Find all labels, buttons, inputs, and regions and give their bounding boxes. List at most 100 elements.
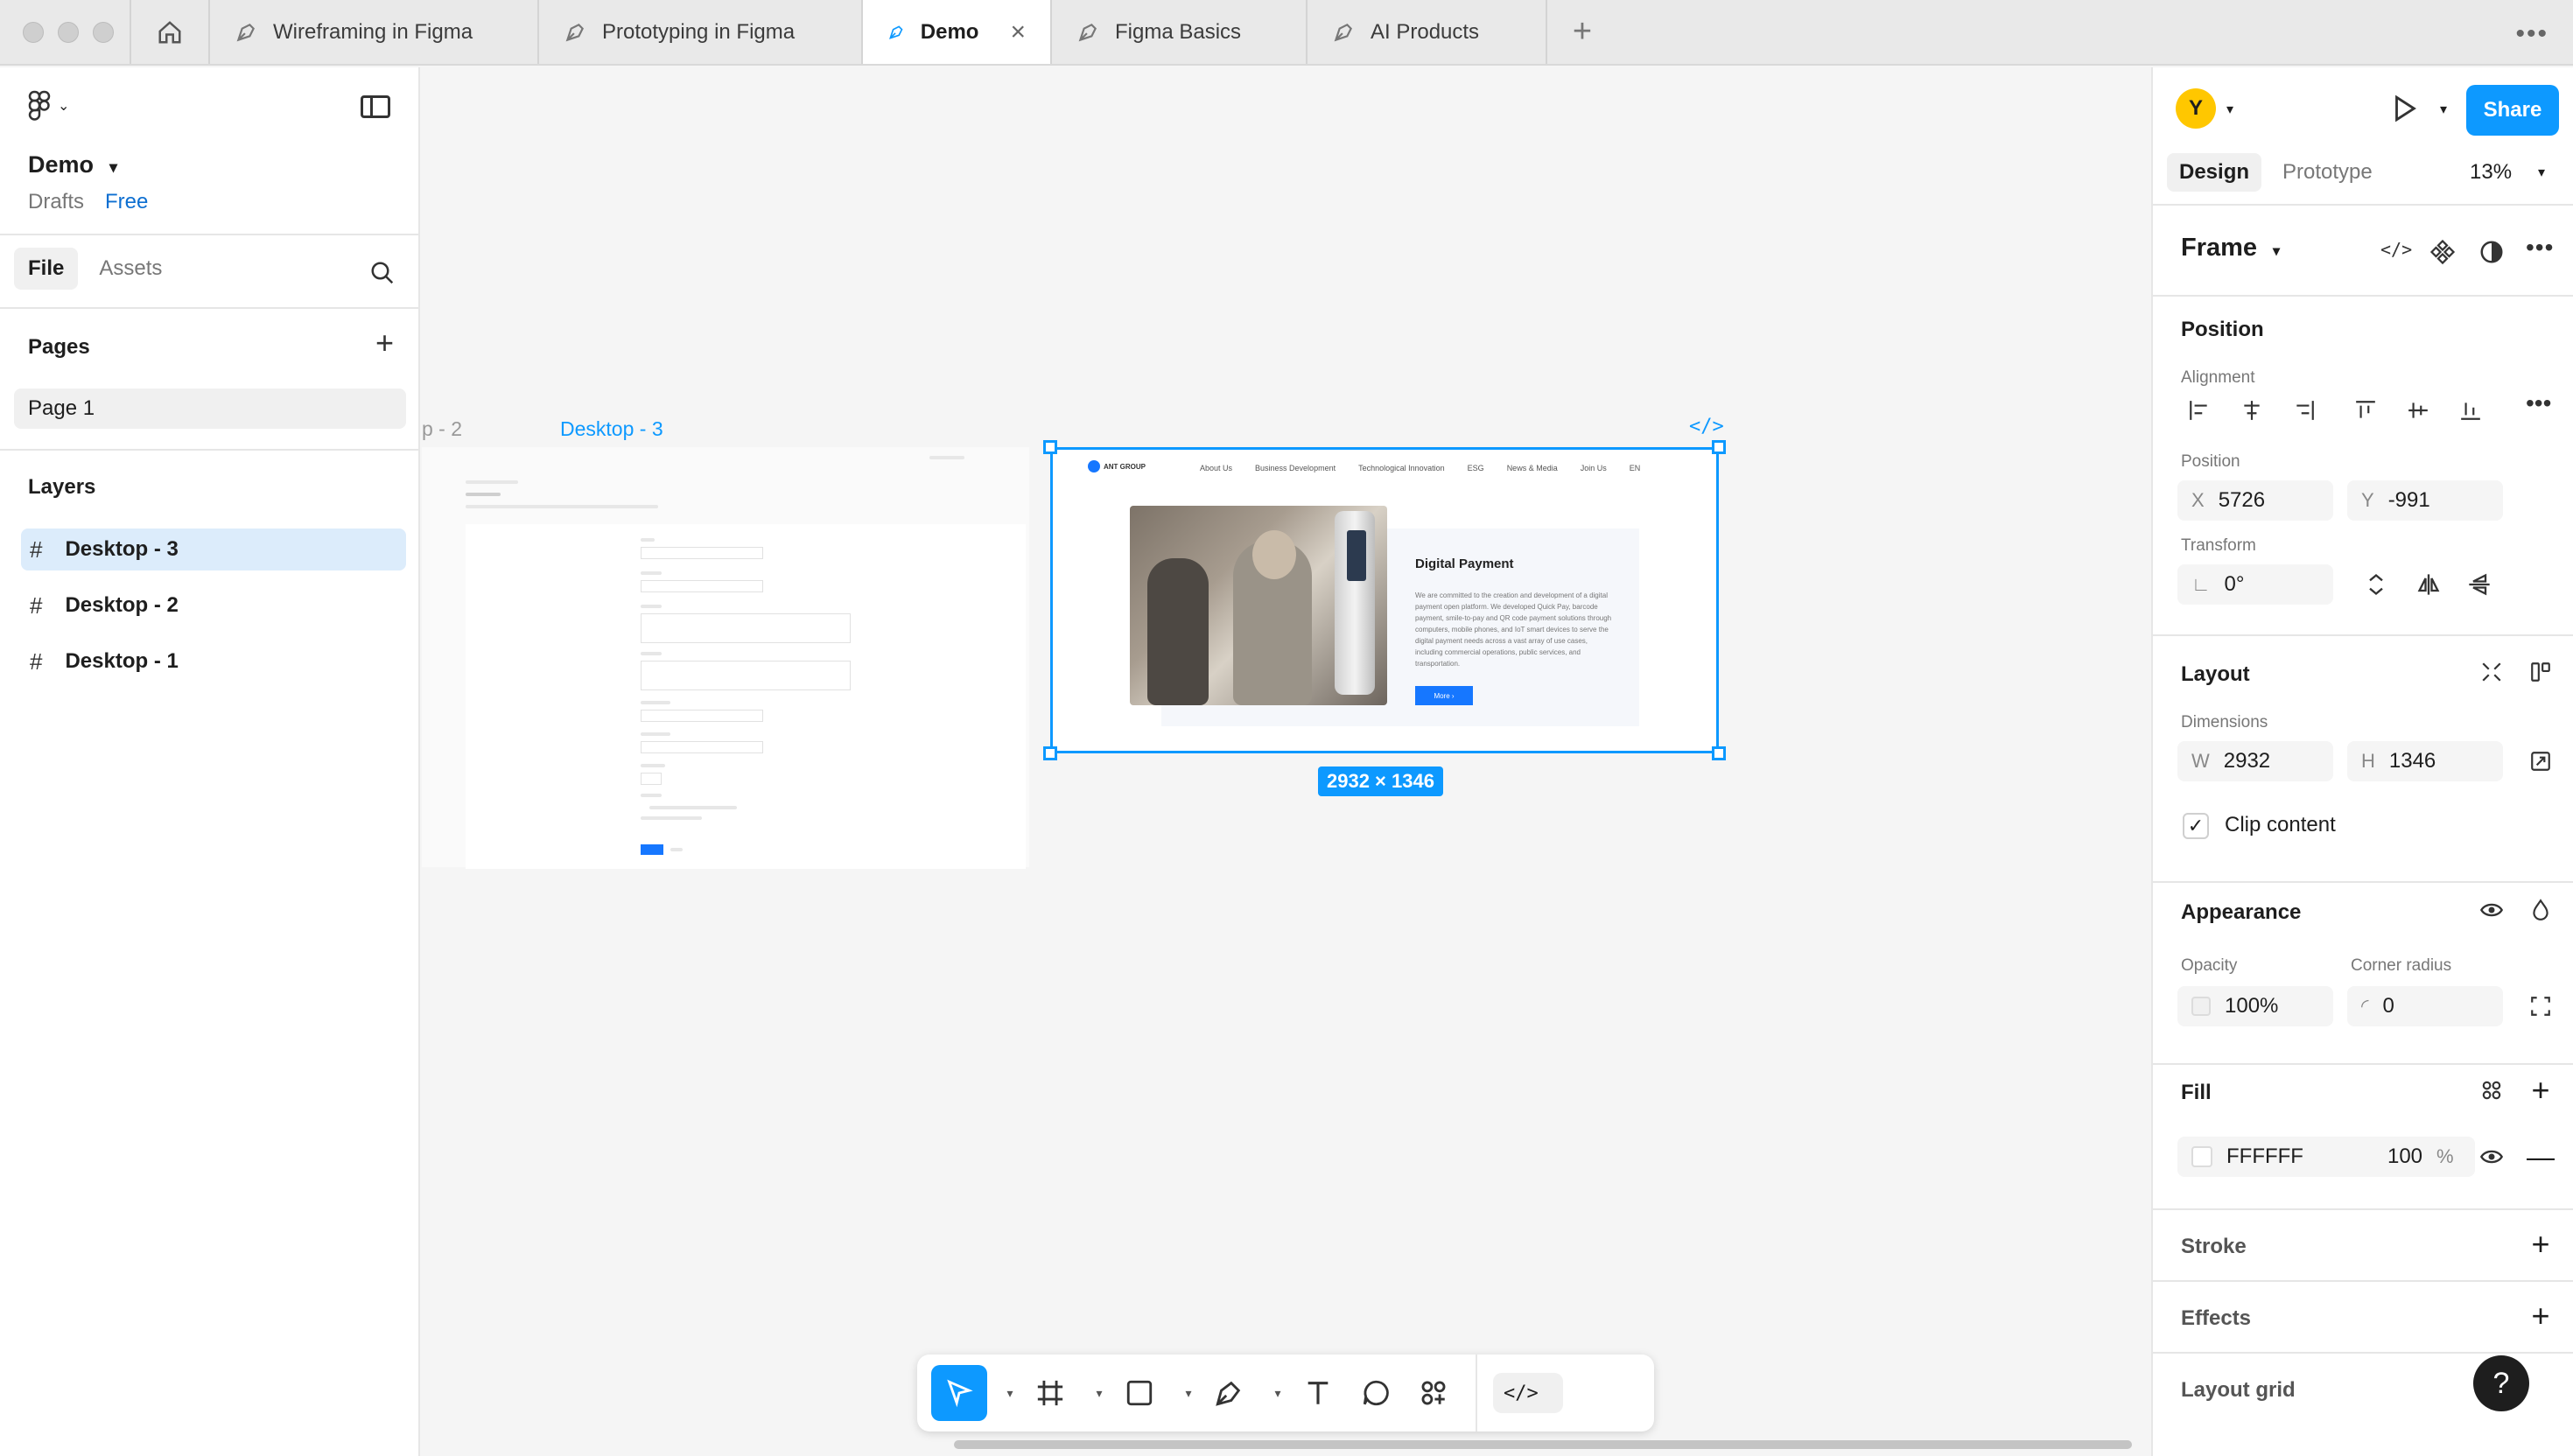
align-top-button[interactable] [2345, 393, 2386, 428]
layer-item-desktop-1[interactable]: # Desktop - 1 [21, 640, 406, 682]
y-field[interactable]: Y -991 [2347, 480, 2503, 521]
resize-to-fit-button[interactable] [2520, 741, 2561, 781]
clip-content-checkbox[interactable]: ✓ [2183, 813, 2209, 839]
tab-design[interactable]: Design [2167, 153, 2262, 192]
move-tool-dropdown[interactable]: ▾ [992, 1365, 1019, 1421]
align-left-button[interactable] [2179, 393, 2219, 428]
toggle-visibility-button[interactable] [2471, 890, 2512, 930]
tab-figma-basics[interactable]: Figma Basics [1052, 0, 1308, 64]
close-tab-icon[interactable]: × [1010, 18, 1026, 47]
new-tab-button[interactable]: + [1547, 0, 1617, 64]
selection-type-button[interactable]: Frame ▾ [2181, 234, 2280, 262]
play-icon[interactable] [2389, 94, 2419, 123]
tab-wireframing[interactable]: Wireframing in Figma [210, 0, 539, 64]
add-effect-button[interactable]: + [2520, 1296, 2561, 1336]
x-field[interactable]: X 5726 [2177, 480, 2333, 521]
share-button[interactable]: Share [2466, 85, 2559, 136]
rotation-field[interactable]: ∟ 0° [2177, 564, 2333, 605]
resize-handle-bottom-right[interactable] [1712, 746, 1726, 760]
frame-tool-dropdown[interactable]: ▾ [1082, 1365, 1108, 1421]
layer-item-desktop-2[interactable]: # Desktop - 2 [21, 584, 406, 626]
frame-label-desktop-2[interactable]: p - 2 [422, 417, 462, 441]
add-stroke-button[interactable]: + [2520, 1224, 2561, 1264]
chevron-down-icon[interactable]: ▾ [2538, 164, 2545, 181]
align-bottom-button[interactable] [2450, 393, 2491, 428]
chevron-down-icon[interactable]: ▾ [2440, 101, 2447, 118]
tab-demo[interactable]: Demo × [863, 0, 1052, 64]
pen-tool[interactable] [1202, 1365, 1255, 1421]
frame-desktop-3[interactable]: ANT GROUP About Us Business Development … [1050, 447, 1719, 753]
mask-icon[interactable] [2478, 239, 2505, 265]
tab-file[interactable]: File [14, 248, 79, 290]
resize-handle-top-left[interactable] [1043, 440, 1057, 454]
sidebar-toggle-icon[interactable] [361, 95, 390, 118]
add-page-button[interactable]: + [375, 325, 394, 361]
horizontal-scrollbar[interactable] [954, 1440, 2132, 1449]
home-tab[interactable] [131, 0, 210, 64]
minimize-window-button[interactable] [58, 21, 79, 43]
code-icon[interactable]: </> [2380, 239, 2412, 260]
close-window-button[interactable] [23, 21, 44, 43]
zoom-level[interactable]: 13% [2470, 160, 2512, 185]
width-field[interactable]: W 2932 [2177, 741, 2333, 781]
corner-radius-field[interactable]: ◜ 0 [2347, 986, 2503, 1026]
actions-tool[interactable] [1407, 1365, 1460, 1421]
avatar[interactable]: Y [2176, 88, 2216, 129]
rotate-90-button[interactable] [2356, 564, 2396, 605]
flip-horizontal-button[interactable] [2408, 564, 2449, 605]
pen-tool-dropdown[interactable]: ▾ [1260, 1365, 1286, 1421]
auto-layout-button[interactable] [2520, 652, 2561, 692]
fill-visibility-button[interactable] [2471, 1137, 2512, 1177]
maximize-window-button[interactable] [93, 21, 114, 43]
tab-ai-products[interactable]: AI Products [1308, 0, 1547, 64]
add-fill-button[interactable]: + [2520, 1070, 2561, 1110]
shape-tool-dropdown[interactable]: ▾ [1171, 1365, 1197, 1421]
more-icon[interactable]: ••• [2526, 389, 2551, 417]
align-center-h-button[interactable] [2232, 393, 2272, 428]
code-icon[interactable]: </> [1689, 416, 1724, 438]
divider [2153, 1352, 2573, 1354]
shape-tool[interactable] [1113, 1365, 1166, 1421]
component-icon[interactable] [2429, 239, 2456, 265]
plan-badge[interactable]: Free [105, 190, 148, 214]
remove-fill-button[interactable]: — [2520, 1137, 2561, 1177]
layer-item-desktop-3[interactable]: # Desktop - 3 [21, 528, 406, 570]
help-button[interactable]: ? [2473, 1355, 2529, 1411]
tab-prototype[interactable]: Prototype [2270, 153, 2385, 192]
file-name-button[interactable]: Demo ▾ [28, 151, 117, 178]
flip-vertical-button[interactable] [2459, 564, 2499, 605]
more-icon[interactable]: ••• [2526, 234, 2554, 262]
tab-prototyping[interactable]: Prototyping in Figma [539, 0, 863, 64]
opacity-field[interactable]: 100% [2177, 986, 2333, 1026]
nav-item: Technological Innovation [1358, 464, 1445, 472]
bottom-toolbar: ▾ ▾ ▾ ▾ </> [917, 1354, 1654, 1432]
collapse-layout-button[interactable] [2471, 652, 2512, 692]
resize-handle-top-right[interactable] [1712, 440, 1726, 454]
align-center-v-button[interactable] [2398, 393, 2438, 428]
search-icon[interactable] [369, 260, 396, 286]
independent-corners-button[interactable] [2520, 986, 2561, 1026]
fill-swatch[interactable] [2191, 1146, 2212, 1167]
fill-field[interactable]: FFFFFF 100 % [2177, 1137, 2475, 1177]
chevron-down-icon[interactable]: ▾ [2226, 101, 2233, 118]
tab-assets[interactable]: Assets [85, 248, 176, 290]
dev-mode-toggle[interactable]: </> [1493, 1373, 1563, 1413]
frame-label-desktop-3[interactable]: Desktop - 3 [560, 417, 663, 441]
drafts-link[interactable]: Drafts [28, 190, 84, 214]
minus-icon: — [2527, 1140, 2555, 1172]
pages-title: Pages [28, 335, 90, 359]
resize-handle-bottom-left[interactable] [1043, 746, 1057, 760]
align-right-button[interactable] [2284, 393, 2324, 428]
canvas[interactable]: p - 2 Desktop - 3 </> ANT GROUP About Us… [422, 67, 2151, 1456]
move-tool[interactable] [931, 1365, 987, 1421]
main-menu-button[interactable]: ⌄ [28, 90, 69, 122]
comment-tool[interactable] [1350, 1365, 1402, 1421]
page-item-1[interactable]: Page 1 [14, 388, 406, 429]
frame-desktop-2[interactable] [422, 447, 1029, 869]
frame-tool[interactable] [1024, 1365, 1076, 1421]
text-tool[interactable] [1292, 1365, 1344, 1421]
height-field[interactable]: H 1346 [2347, 741, 2503, 781]
blend-mode-button[interactable] [2520, 890, 2561, 930]
fill-styles-button[interactable] [2471, 1070, 2512, 1110]
more-icon[interactable]: ••• [2515, 19, 2548, 49]
